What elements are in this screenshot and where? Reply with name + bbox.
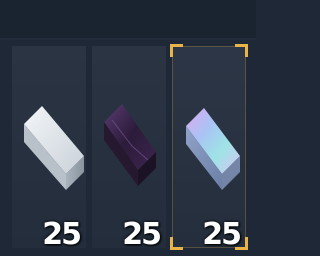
top-bar [0,0,256,38]
inventory-slot-iridescent-ingot[interactable]: 25 [170,44,248,252]
selection-corner [235,44,248,57]
silver-ingot-icon [24,106,84,190]
dark-ingot-icon [104,104,156,186]
inventory-slot-dark-ingot[interactable]: 25 [92,46,166,252]
item-count: 25 [202,217,242,252]
item-count: 25 [42,217,82,252]
item-count: 25 [122,217,162,252]
inventory-grid: 25 25 25 [0,40,256,256]
selection-corner [170,44,183,57]
selection-corner [170,237,183,250]
iridescent-ingot-icon [186,108,240,190]
inventory-slot-silver-ingot[interactable]: 25 [12,46,86,252]
